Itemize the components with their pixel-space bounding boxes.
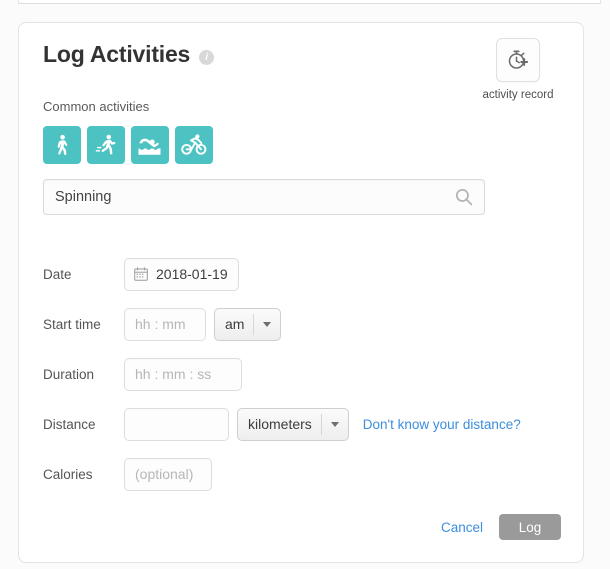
info-icon[interactable]: i: [199, 50, 214, 65]
log-button[interactable]: Log: [499, 514, 561, 540]
calendar-icon: [134, 267, 148, 281]
page-title: Log Activities: [43, 43, 190, 66]
form-row-duration: Duration hh : mm : ss: [19, 349, 583, 399]
calories-label: Calories: [43, 467, 124, 482]
date-value: 2018-01-19: [156, 266, 228, 282]
chevron-down-icon[interactable]: [322, 422, 348, 427]
log-activities-card: Log Activities i activity record Common …: [18, 22, 584, 563]
distance-unit-value: kilometers: [238, 416, 321, 432]
distance-unit-select[interactable]: kilometers: [237, 408, 349, 441]
form-row-calories: Calories (optional): [19, 449, 583, 499]
form-actions: Cancel Log: [441, 514, 561, 540]
dont-know-distance-link[interactable]: Don't know your distance?: [363, 417, 521, 432]
meridiem-value: am: [215, 316, 253, 332]
date-field[interactable]: 2018-01-19: [124, 258, 239, 291]
duration-label: Duration: [43, 367, 124, 382]
form-row-start-time: Start time hh : mm am: [19, 299, 583, 349]
activity-swimming-button[interactable]: [131, 126, 169, 164]
distance-field[interactable]: [124, 408, 229, 441]
stopwatch-plus-icon[interactable]: [496, 38, 540, 82]
page-top-edge: [18, 0, 601, 4]
start-time-field[interactable]: hh : mm: [124, 308, 206, 341]
chevron-down-icon[interactable]: [254, 322, 280, 327]
calories-field[interactable]: (optional): [124, 458, 212, 491]
start-time-label: Start time: [43, 317, 124, 332]
cancel-button[interactable]: Cancel: [441, 520, 483, 535]
common-activities-label: Common activities: [43, 99, 149, 114]
activity-form: Date 2018-01-19: [19, 249, 583, 499]
activity-search[interactable]: [43, 179, 485, 215]
header: Log Activities i: [43, 43, 214, 66]
activity-record-label: activity record: [483, 89, 554, 101]
search-input[interactable]: [43, 179, 485, 215]
distance-label: Distance: [43, 417, 124, 432]
date-label: Date: [43, 267, 124, 282]
calories-placeholder: (optional): [135, 466, 193, 482]
form-row-distance: Distance kilometers Don't know your dist…: [19, 399, 583, 449]
start-time-placeholder: hh : mm: [135, 316, 186, 332]
activity-record-button[interactable]: activity record: [470, 38, 566, 101]
activity-running-button[interactable]: [87, 126, 125, 164]
duration-field[interactable]: hh : mm : ss: [124, 358, 242, 391]
form-row-date: Date 2018-01-19: [19, 249, 583, 299]
activity-walking-button[interactable]: [43, 126, 81, 164]
common-activities-list: [43, 126, 213, 164]
meridiem-select[interactable]: am: [214, 308, 281, 341]
activity-cycling-button[interactable]: [175, 126, 213, 164]
duration-placeholder: hh : mm : ss: [135, 366, 211, 382]
